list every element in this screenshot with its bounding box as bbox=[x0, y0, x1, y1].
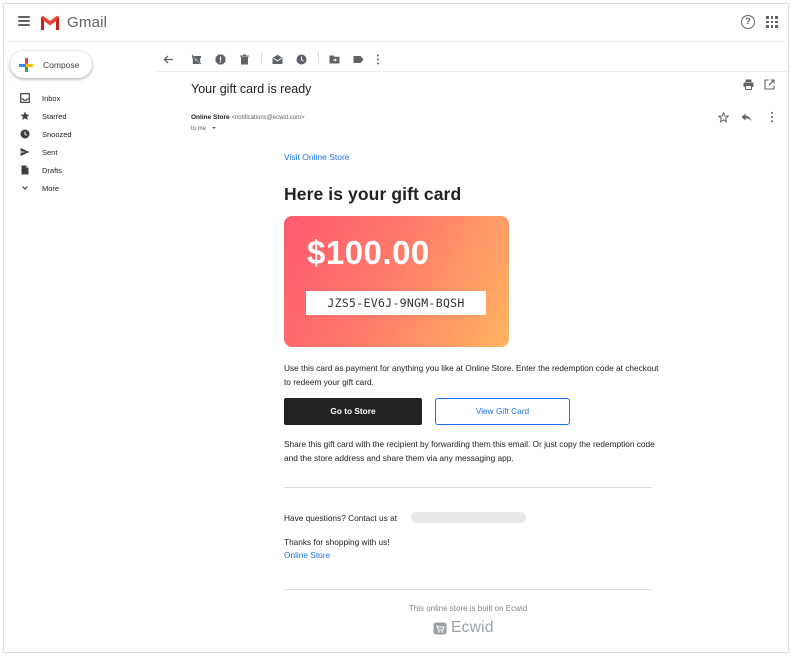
sidebar-item-drafts[interactable]: Drafts bbox=[4, 161, 154, 179]
snooze-icon[interactable] bbox=[296, 52, 307, 65]
sidebar-item-sent[interactable]: Sent bbox=[4, 143, 154, 161]
delete-icon[interactable] bbox=[239, 52, 250, 65]
help-icon[interactable]: ? bbox=[741, 15, 755, 29]
archive-icon[interactable] bbox=[191, 52, 202, 65]
section-divider bbox=[284, 487, 652, 488]
sidebar-item-label: Sent bbox=[42, 147, 58, 157]
more-vert-icon[interactable] bbox=[376, 52, 380, 65]
toolbar-divider bbox=[318, 52, 319, 64]
message-toolbar bbox=[154, 44, 788, 72]
built-on-text: This online store is built on Ecwid bbox=[408, 604, 528, 613]
email-heading: Here is your gift card bbox=[284, 184, 462, 204]
thanks-text: Thanks for shopping with us! bbox=[284, 537, 390, 547]
send-icon bbox=[20, 147, 30, 157]
more-options-icon[interactable] bbox=[770, 111, 774, 123]
sidebar-item-inbox[interactable]: Inbox bbox=[4, 89, 154, 107]
app-name: Gmail bbox=[67, 14, 108, 31]
gift-card: $100.00 JZS5-EV6J-9NGM-BQSH bbox=[284, 216, 509, 347]
mark-unread-icon[interactable] bbox=[272, 52, 283, 64]
main-menu-icon[interactable] bbox=[18, 16, 30, 26]
footer-divider bbox=[284, 589, 652, 590]
compose-plus-icon bbox=[19, 57, 33, 72]
sidebar-item-starred[interactable]: Starred bbox=[4, 107, 154, 125]
ecwid-cart-icon bbox=[433, 622, 447, 634]
recipients-toggle[interactable]: to me bbox=[191, 126, 217, 132]
print-icon[interactable] bbox=[743, 79, 754, 90]
toolbar-divider bbox=[261, 52, 262, 64]
share-instructions: Share this gift card with the recipient … bbox=[284, 439, 655, 463]
sidebar-nav: Inbox Starred Snoozed Sent Drafts More bbox=[4, 89, 154, 197]
email-subject: Your gift card is ready bbox=[191, 82, 312, 96]
reply-icon[interactable] bbox=[741, 112, 752, 123]
ecwid-logo[interactable]: Ecwid bbox=[433, 619, 494, 637]
chevron-down-icon bbox=[20, 183, 30, 193]
move-to-icon[interactable] bbox=[329, 52, 340, 64]
apps-grid-icon[interactable] bbox=[766, 16, 778, 28]
gmail-window: Gmail ? Compose Inbox Starred Snoozed Se… bbox=[3, 3, 789, 653]
sidebar-item-label: Starred bbox=[42, 111, 67, 121]
star-icon bbox=[20, 111, 30, 121]
sender-name: Online Store bbox=[191, 114, 230, 121]
star-outline-icon[interactable] bbox=[718, 112, 729, 123]
clock-icon bbox=[20, 129, 30, 139]
online-store-link[interactable]: Online Store bbox=[284, 550, 330, 560]
redemption-code: JZS5-EV6J-9NGM-BQSH bbox=[306, 291, 486, 315]
inbox-icon bbox=[20, 93, 30, 103]
gmail-logo-icon[interactable] bbox=[40, 15, 60, 30]
sidebar-item-label: More bbox=[42, 183, 60, 193]
sidebar-item-label: Snoozed bbox=[42, 129, 72, 139]
open-in-new-window-icon[interactable] bbox=[764, 79, 775, 90]
usage-instructions: Use this card as payment for anything yo… bbox=[284, 363, 659, 387]
gift-card-amount: $100.00 bbox=[307, 234, 430, 271]
report-spam-icon[interactable] bbox=[215, 52, 226, 65]
to-me-label: to me bbox=[191, 126, 207, 132]
draft-icon bbox=[20, 165, 30, 175]
ecwid-wordmark: Ecwid bbox=[451, 619, 494, 636]
sidebar-item-label: Drafts bbox=[42, 165, 63, 175]
sidebar-item-label: Inbox bbox=[42, 93, 61, 103]
sender-address: <notifications@ecwid.com> bbox=[231, 115, 305, 121]
caret-down-icon bbox=[211, 127, 216, 129]
contact-text: Have questions? Contact us at bbox=[284, 513, 397, 523]
go-to-store-button[interactable]: Go to Store bbox=[284, 398, 422, 425]
view-gift-card-button[interactable]: View Gift Card bbox=[435, 398, 570, 425]
sender-line: Online Store <notifications@ecwid.com> bbox=[191, 114, 305, 121]
sidebar-item-more[interactable]: More bbox=[4, 179, 154, 197]
compose-label: Compose bbox=[43, 59, 80, 70]
compose-button[interactable]: Compose bbox=[10, 51, 92, 78]
redacted-email bbox=[411, 512, 526, 523]
visit-store-link[interactable]: Visit Online Store bbox=[284, 152, 350, 162]
back-icon[interactable] bbox=[163, 52, 174, 64]
sidebar-item-snoozed[interactable]: Snoozed bbox=[4, 125, 154, 143]
top-bar: Gmail ? bbox=[4, 4, 788, 42]
label-icon[interactable] bbox=[353, 52, 364, 63]
